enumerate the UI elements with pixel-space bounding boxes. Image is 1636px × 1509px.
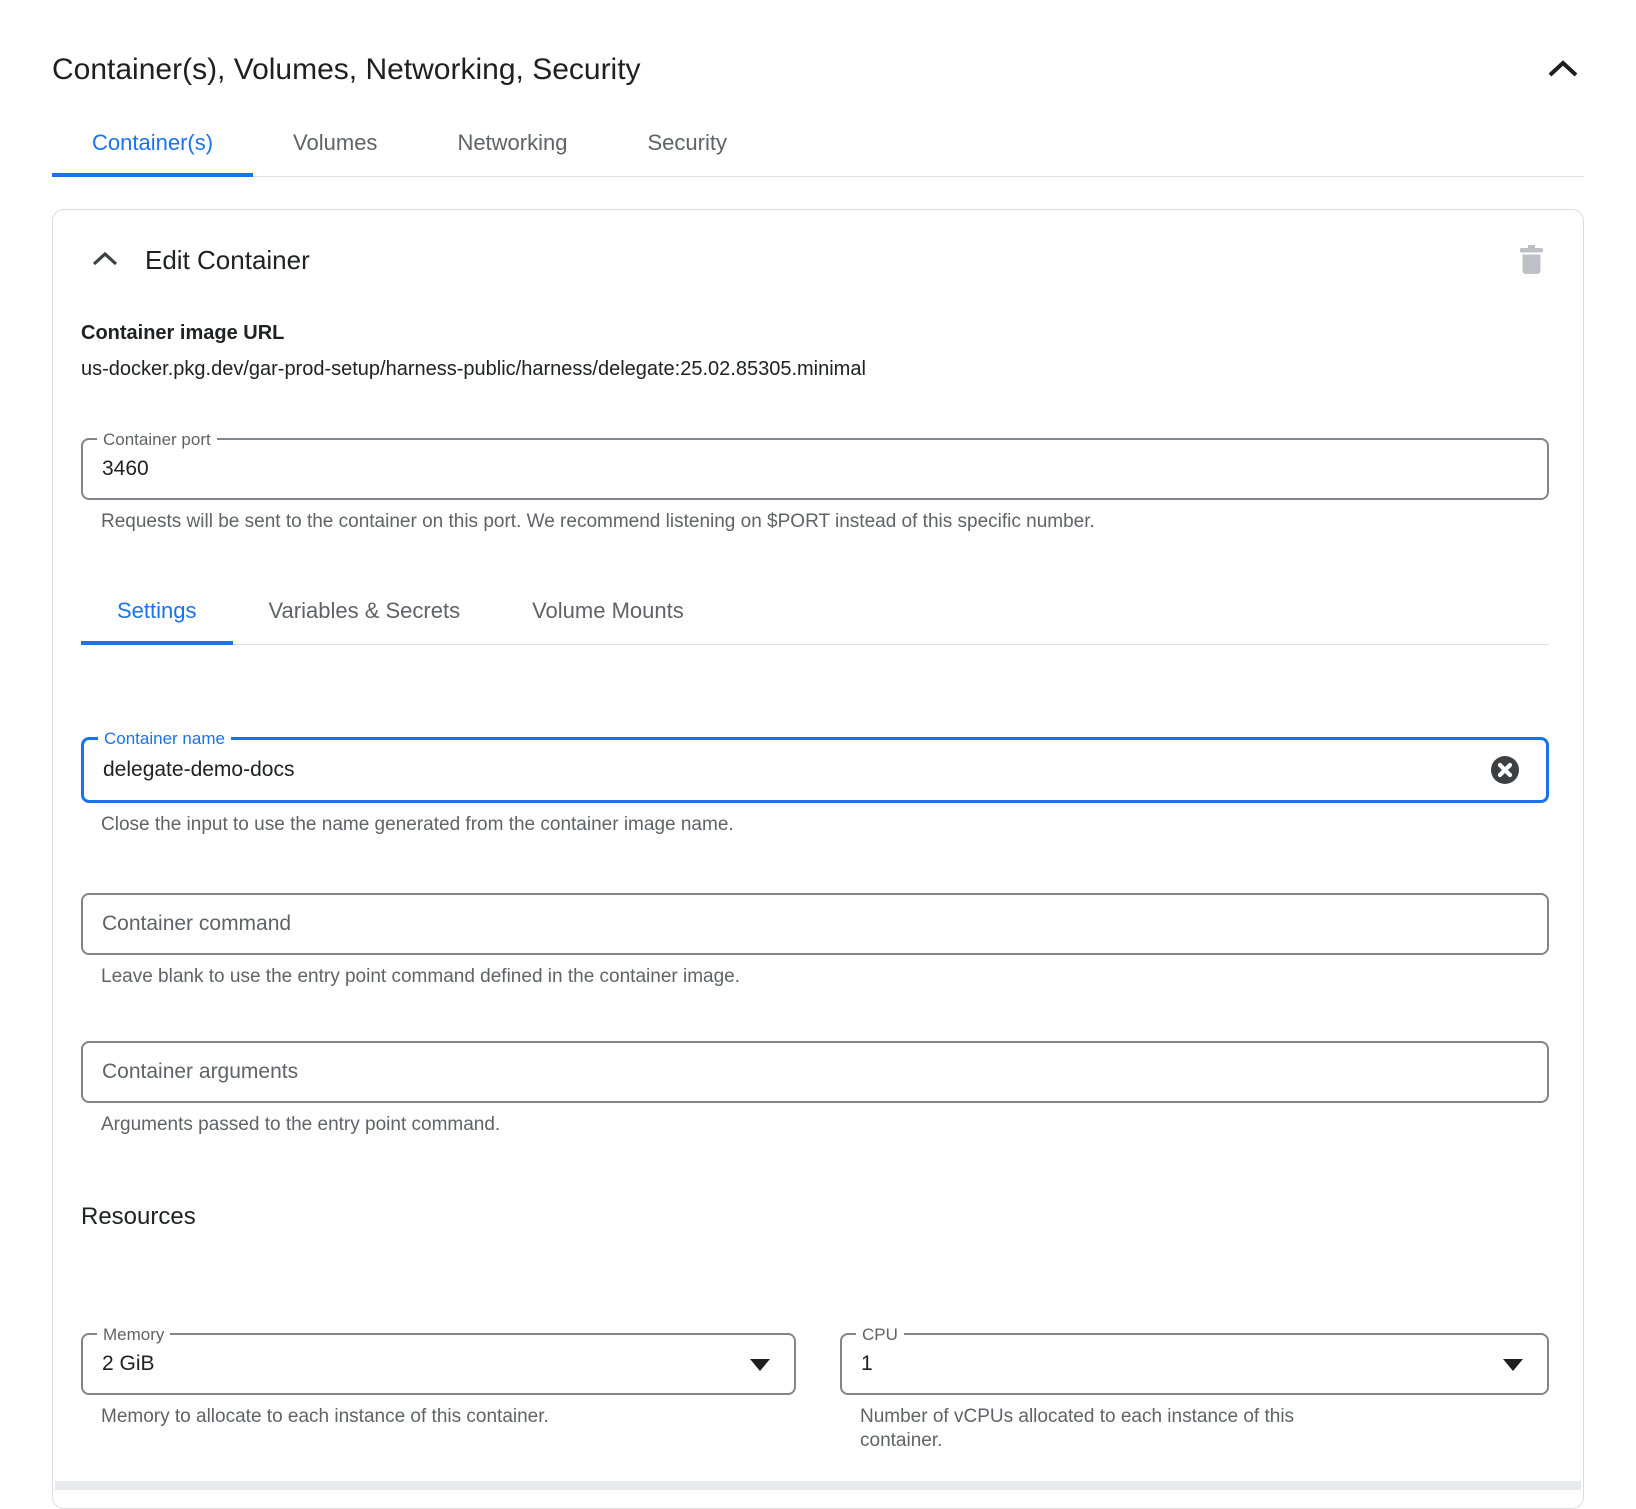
container-image-url-value: us-docker.pkg.dev/gar-prod-setup/harness… [81,356,1549,382]
tab-networking[interactable]: Networking [417,116,607,176]
clear-name-button[interactable] [1490,755,1520,785]
resources-row: Memory 2 GiB Memory to allocate to each … [81,1333,1549,1453]
tab-volumes[interactable]: Volumes [253,116,417,176]
tab-variables-secrets[interactable]: Variables & Secrets [233,582,497,644]
chevron-up-icon [1546,58,1580,83]
tab-volume-mounts[interactable]: Volume Mounts [496,582,720,644]
tab-security[interactable]: Security [607,116,766,176]
cpu-helper: Number of vCPUs allocated to each instan… [860,1405,1380,1453]
container-port-field: Container port [81,438,1549,500]
container-config-panel: Container(s), Volumes, Networking, Secur… [0,0,1636,1509]
container-arguments-input[interactable] [83,1043,1547,1101]
resources-section-title: Resources [81,1201,1549,1233]
container-name-input[interactable] [84,740,1546,800]
cpu-selected-value: 1 [842,1335,1547,1393]
memory-label: Memory [97,1325,170,1344]
container-arguments-helper: Arguments passed to the entry point comm… [101,1113,1549,1137]
container-name-label: Container name [98,729,231,748]
trash-icon [1518,243,1545,278]
chevron-up-icon [91,250,119,271]
container-port-label: Container port [97,430,217,449]
x-circle-icon [1490,773,1520,788]
panel-tabs: Container(s) Volumes Networking Security [52,116,1584,177]
container-name-helper: Close the input to use the name generate… [101,813,1549,837]
section-divider [55,1481,1581,1490]
memory-selected-value: 2 GiB [83,1335,794,1393]
memory-column: Memory 2 GiB Memory to allocate to each … [81,1333,796,1453]
caret-down-icon [750,1359,770,1371]
edit-container-card: Edit Container Container image URL us-do… [52,209,1584,1509]
tab-containers[interactable]: Container(s) [52,116,253,176]
cpu-select[interactable]: CPU 1 [840,1333,1549,1395]
memory-helper: Memory to allocate to each instance of t… [101,1405,796,1429]
container-port-input[interactable] [83,440,1547,498]
container-command-field [81,893,1549,955]
memory-select[interactable]: Memory 2 GiB [81,1333,796,1395]
container-arguments-field [81,1041,1549,1103]
container-detail-tabs: Settings Variables & Secrets Volume Moun… [81,582,1549,645]
edit-container-title: Edit Container [145,245,1514,276]
cpu-column: CPU 1 Number of vCPUs allocated to each … [840,1333,1549,1453]
container-name-field: Container name [81,737,1549,803]
section-collapse-button[interactable] [87,246,123,275]
tab-settings[interactable]: Settings [81,582,233,644]
panel-collapse-button[interactable] [1542,54,1584,87]
cpu-label: CPU [856,1325,904,1344]
panel-header: Container(s), Volumes, Networking, Secur… [52,50,1584,90]
caret-down-icon [1503,1359,1523,1371]
container-image-url-label: Container image URL [81,320,1549,346]
container-command-input[interactable] [83,895,1547,953]
edit-container-header: Edit Container [81,240,1549,280]
delete-container-button[interactable] [1514,239,1549,282]
container-port-helper: Requests will be sent to the container o… [101,510,1549,534]
page-title: Container(s), Volumes, Networking, Secur… [52,50,641,90]
container-command-helper: Leave blank to use the entry point comma… [101,965,1549,989]
